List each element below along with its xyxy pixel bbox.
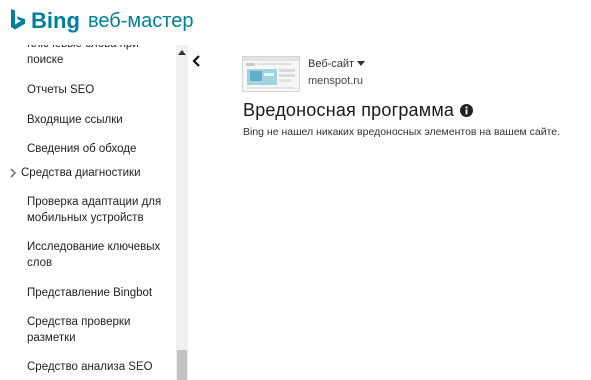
sidebar-item-keyword-research[interactable]: Исследование ключевых слов — [0, 239, 176, 271]
site-selector[interactable]: Веб-сайт — [308, 58, 366, 70]
sidebar-item-seo-analyzer[interactable]: Средство анализа SEO — [0, 359, 176, 375]
sidebar-item-label: Входящие ссылки — [27, 114, 123, 126]
bing-logo-text[interactable]: Bing — [31, 8, 80, 34]
scroll-up-arrow-icon[interactable] — [178, 49, 186, 55]
sidebar-section-diagnostic-tools[interactable]: Средства диагностики — [0, 165, 176, 181]
app-name: веб-мастер — [88, 10, 194, 32]
site-domain: menspot.ru — [308, 75, 364, 87]
sidebar-item-label: Средства проверки разметки — [27, 316, 131, 344]
page-title: Вредоносная программа — [243, 100, 455, 120]
sidebar-item-label: Представление Bingbot — [27, 287, 153, 299]
sidebar-scrollbar[interactable] — [176, 45, 188, 380]
chevron-right-icon — [10, 168, 17, 178]
sidebar-menu: Ключевые слова при поиске Отчеты SEO Вхо… — [0, 45, 176, 375]
bing-logo-icon[interactable] — [10, 9, 26, 33]
sidebar-item-inbound-links[interactable]: Входящие ссылки — [0, 112, 176, 128]
site-selector-label: Веб-сайт — [308, 58, 355, 70]
sidebar: Ключевые слова при поиске Отчеты SEO Вхо… — [0, 45, 176, 380]
site-thumbnail-image — [243, 57, 299, 91]
sidebar-item-label: Средство анализа SEO — [27, 361, 153, 373]
sidebar-item-fetch-as-bingbot[interactable]: Представление Bingbot — [0, 285, 176, 301]
sidebar-item-label: Сведения об обходе — [27, 143, 137, 155]
sidebar-item-label: Исследование ключевых слов — [27, 241, 161, 269]
status-message: Bing не нашел никаких вредоносных элемен… — [243, 126, 561, 138]
page-title-row: Вредоносная программа — [243, 100, 474, 121]
sidebar-item-mobile-friendliness-test[interactable]: Проверка адаптации для мобильных устройс… — [0, 194, 176, 226]
chevron-left-icon[interactable] — [191, 55, 203, 67]
scroll-thumb[interactable] — [177, 350, 187, 380]
sidebar-item-crawl-information[interactable]: Сведения об обходе — [0, 141, 176, 157]
caret-down-icon — [357, 61, 366, 66]
site-thumbnail[interactable] — [242, 56, 300, 92]
info-icon[interactable] — [460, 104, 474, 117]
app-header: Bing веб-мастер — [0, 0, 591, 45]
sidebar-item-search-keywords[interactable]: Ключевые слова при поиске — [0, 45, 176, 68]
sidebar-item-seo-reports[interactable]: Отчеты SEO — [0, 82, 176, 98]
sidebar-item-label: Отчеты SEO — [27, 84, 95, 96]
sidebar-item-markup-validator[interactable]: Средства проверки разметки — [0, 314, 176, 346]
sidebar-item-label: Ключевые слова при поиске — [27, 45, 139, 66]
sidebar-section-label: Средства диагностики — [21, 167, 141, 179]
sidebar-item-label: Проверка адаптации для мобильных устройс… — [27, 196, 162, 224]
